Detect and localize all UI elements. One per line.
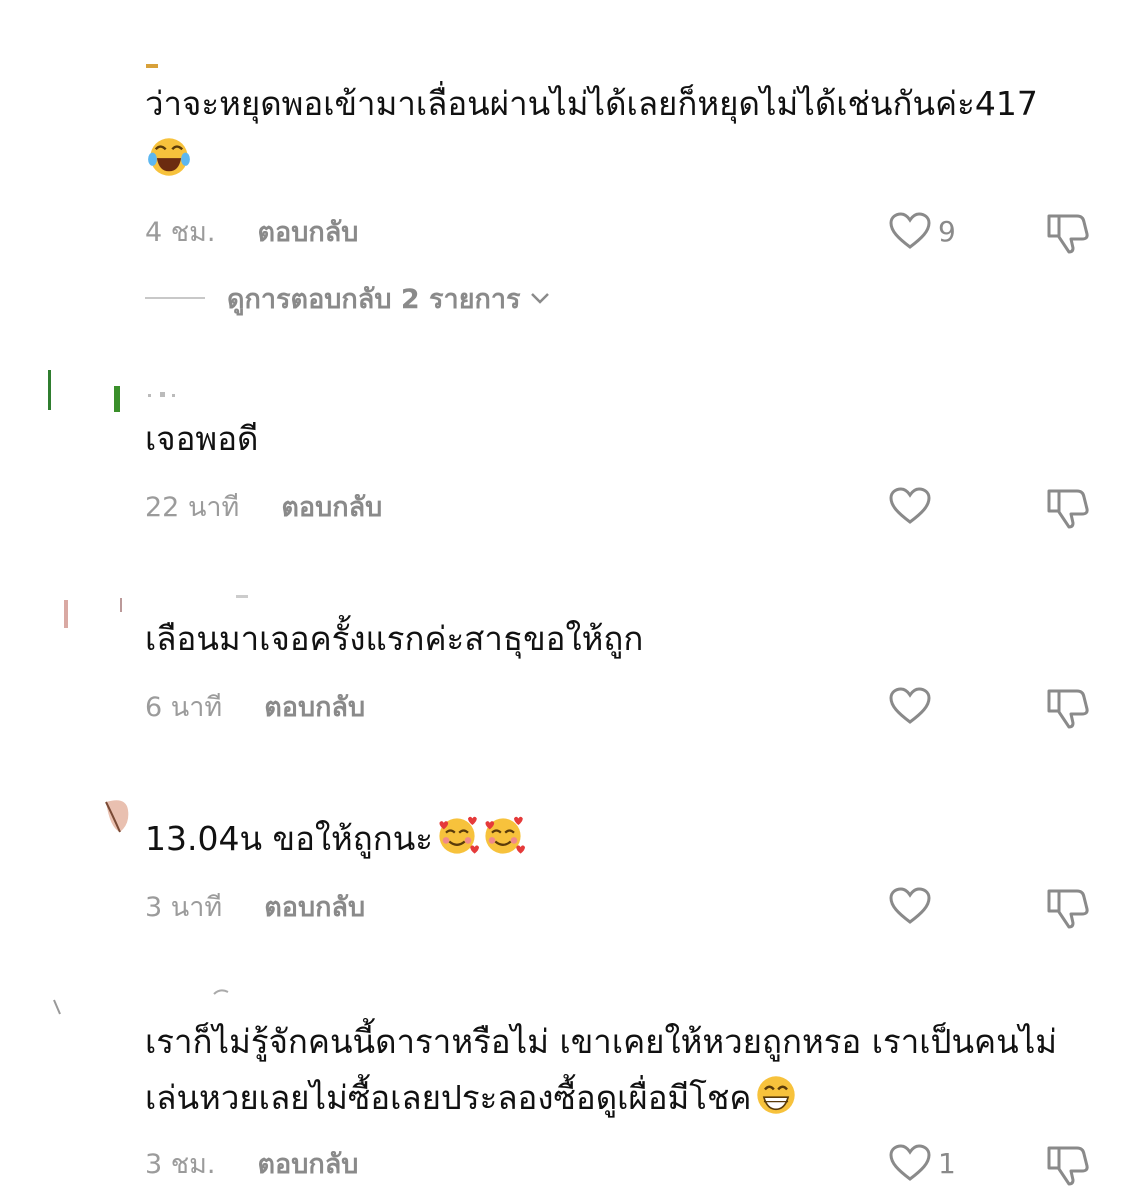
chevron-down-icon <box>530 293 549 304</box>
thumbs-down-icon[interactable] <box>1043 1138 1093 1188</box>
like-button[interactable] <box>888 481 1008 531</box>
username-fragment <box>146 64 158 68</box>
avatar[interactable] <box>104 798 130 840</box>
comment-meta: 4 ชม. ตอบกลับ <box>145 211 358 251</box>
thumbs-down-icon[interactable] <box>1043 481 1093 531</box>
comment-meta: 22 นาที ตอบกลับ <box>145 486 382 526</box>
username-fragment <box>148 392 175 397</box>
username-fragment <box>236 595 248 598</box>
comment-text: 13.04น ขอให้ถูกนะ <box>145 811 1065 867</box>
heart-outline-icon <box>889 887 931 924</box>
comment-text: เลือนมาเจอครั้งแรกค่ะสาธุขอให้ถูก <box>145 619 644 658</box>
comment-meta: 3 ชม. ตอบกลับ <box>145 1143 358 1183</box>
comment-time: 3 นาที <box>145 891 223 923</box>
reply-button[interactable]: ตอบกลับ <box>281 485 382 528</box>
comment-text: เราก็ไม่รู้จักคนนี้ดาราหรือไม่ เขาเคยให้… <box>145 1022 1058 1117</box>
laughing-crying-face-emoji <box>148 138 190 176</box>
like-button[interactable]: 9 <box>888 206 1008 256</box>
like-button[interactable] <box>888 681 1008 731</box>
avatar[interactable] <box>52 998 68 1018</box>
smiling-face-with-hearts-emoji <box>439 816 480 854</box>
username-fragment <box>213 989 229 995</box>
like-button[interactable] <box>888 881 1008 931</box>
reply-button[interactable]: ตอบกลับ <box>257 210 358 253</box>
avatar[interactable] <box>46 368 126 418</box>
comment-text: เจอพอดี <box>145 419 259 458</box>
comment-meta: 6 นาที ตอบกลับ <box>145 686 365 726</box>
reply-button[interactable]: ตอบกลับ <box>264 685 365 728</box>
grinning-face-emoji <box>756 1076 795 1114</box>
view-replies-label: ดูการตอบกลับ 2 รายการ <box>227 283 521 315</box>
divider <box>145 297 205 299</box>
thumbs-down-icon[interactable] <box>1043 881 1093 931</box>
view-replies-button[interactable]: ดูการตอบกลับ 2 รายการ <box>145 278 551 318</box>
heart-outline-icon <box>889 687 931 724</box>
thumbs-down-icon[interactable] <box>1043 681 1093 731</box>
thumbs-down-icon[interactable] <box>1043 206 1093 256</box>
like-count: 9 <box>938 214 956 248</box>
smiling-face-with-hearts-emoji <box>485 816 526 854</box>
like-count: 1 <box>938 1146 956 1180</box>
like-button[interactable]: 1 <box>888 1138 1008 1188</box>
avatar[interactable] <box>62 596 132 636</box>
reply-button[interactable]: ตอบกลับ <box>257 1142 358 1185</box>
comment-meta: 3 นาที ตอบกลับ <box>145 886 365 926</box>
comment-text: ว่าจะหยุดพอเข้ามาเลื่อนผ่านไม่ได้เลยก็หย… <box>145 76 1065 188</box>
heart-outline-icon <box>889 212 931 249</box>
reply-button[interactable]: ตอบกลับ <box>264 885 365 928</box>
heart-outline-icon <box>889 487 931 524</box>
heart-outline-icon <box>889 1144 931 1181</box>
comment-time: 4 ชม. <box>145 216 216 248</box>
comment-time: 6 นาที <box>145 691 223 723</box>
comment-time: 22 นาที <box>145 491 240 523</box>
comment-time: 3 ชม. <box>145 1148 216 1180</box>
